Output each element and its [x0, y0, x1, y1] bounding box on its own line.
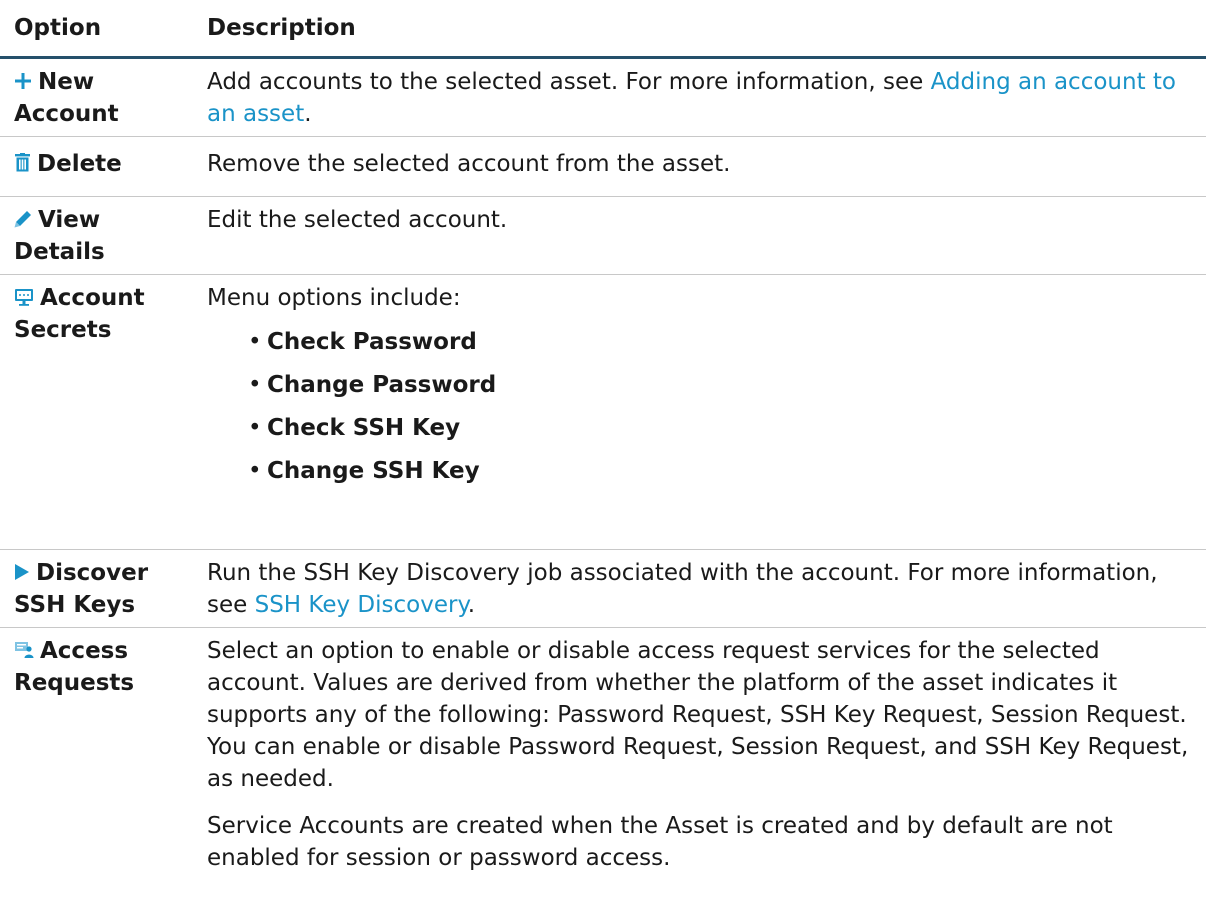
play-icon [14, 557, 30, 589]
table-row-discover-ssh-keys: Discover SSH Keys Run the SSH Key Discov… [0, 550, 1206, 628]
option-discover-ssh-keys[interactable]: Discover SSH Keys [0, 550, 193, 627]
description-text: Remove the selected account from the ass… [207, 151, 731, 177]
option-access-requests[interactable]: Access Requests [0, 628, 193, 898]
description-para2: Service Accounts are created when the As… [207, 813, 1113, 871]
plus-icon [14, 66, 32, 98]
description-account-secrets: Menu options include: • Check Password • C… [193, 275, 1206, 549]
header-description: Description [207, 15, 356, 41]
trash-icon [14, 148, 31, 180]
description-access-requests: Select an option to enable or disable ac… [193, 628, 1206, 898]
option-label-line1: Discover [36, 560, 149, 586]
option-delete[interactable]: Delete [0, 137, 193, 196]
option-label-line2: Secrets [14, 317, 112, 343]
description-text: Menu options include: [207, 285, 461, 311]
header-option: Option [14, 15, 102, 41]
option-account-secrets[interactable]: Account Secrets [0, 275, 193, 549]
option-label-line2: Details [14, 239, 105, 265]
description-delete: Remove the selected account from the ass… [193, 137, 1206, 196]
option-label-line1: Account [40, 285, 145, 311]
description-text: Select an option to enable or disable ac… [207, 638, 1189, 792]
table-row-new-account: New Account Add accounts to the selected… [0, 59, 1206, 137]
ssh-key-discovery-link[interactable]: SSH Key Discovery [255, 592, 468, 618]
description-text: Add accounts to the selected asset. For … [207, 69, 931, 95]
description-tail: . [304, 101, 312, 127]
option-label-line2: Requests [14, 670, 135, 696]
table-row-view-details: View Details Edit the selected account. [0, 197, 1206, 275]
option-new-account[interactable]: New Account [0, 59, 193, 136]
pencil-icon [14, 204, 32, 236]
table-row-delete: Delete Remove the selected account from … [0, 137, 1206, 197]
description-text: Edit the selected account. [207, 207, 508, 233]
list-item: • Check Password [248, 329, 477, 355]
option-label-line2: SSH Keys [14, 592, 136, 618]
option-label-line1: New [38, 69, 95, 95]
list-item: • Change Password [248, 372, 497, 398]
description-tail: . [467, 592, 476, 618]
option-label-line1: View [38, 207, 101, 233]
menu-options-list: • Check Password • Change Password • Check … [207, 326, 1192, 487]
options-table: Option Description New Account Add accou… [0, 0, 1206, 898]
list-item: • Check SSH Key [248, 415, 461, 441]
table-row-account-secrets: Account Secrets Menu options include: • C… [0, 275, 1206, 550]
option-view-details[interactable]: View Details [0, 197, 193, 274]
monitor-icon [14, 282, 34, 314]
option-label-line2: Account [14, 101, 119, 127]
table-row-access-requests: Access Requests Select an option to enab… [0, 628, 1206, 898]
description-new-account: Add accounts to the selected asset. For … [193, 59, 1206, 136]
option-label-line1: Access [40, 638, 129, 664]
option-label-line1: Delete [37, 151, 122, 177]
list-item: • Change SSH Key [248, 458, 480, 484]
access-request-icon [14, 635, 34, 667]
description-discover-ssh-keys: Run the SSH Key Discovery job associated… [193, 550, 1206, 627]
description-view-details: Edit the selected account. [193, 197, 1206, 274]
table-header: Option Description [0, 0, 1206, 59]
